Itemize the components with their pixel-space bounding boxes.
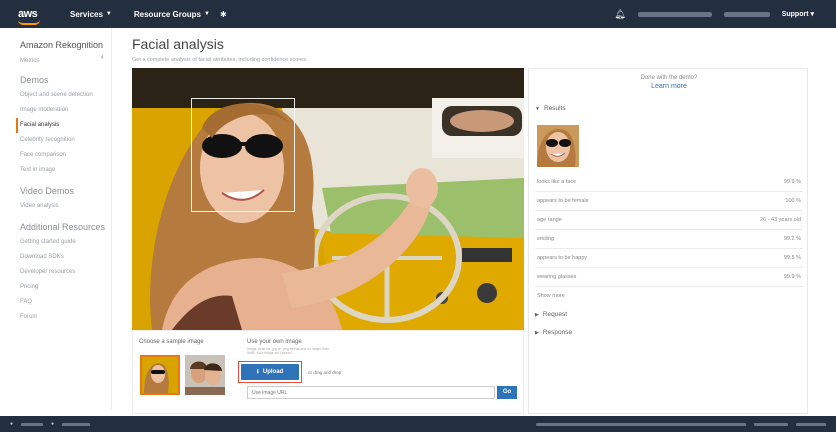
aws-logo-text: aws	[18, 8, 38, 20]
result-label: looks like a face	[537, 179, 577, 185]
result-value: 99.5 %	[783, 255, 801, 261]
upload-icon: ⭳	[256, 369, 259, 375]
language-icon[interactable]: ●	[51, 421, 54, 427]
sidebar-item-faq[interactable]: FAQ	[20, 295, 111, 310]
result-value: 99.9 %	[783, 274, 801, 280]
done-with-demo-text: Done with the demo?	[640, 75, 698, 81]
show-more-link[interactable]: Show more	[537, 293, 565, 299]
bell-icon[interactable]: 🔔︎	[614, 9, 625, 20]
request-section-toggle[interactable]: ▶ Request	[535, 311, 567, 318]
image-panel: Choose a sample image Use your own image…	[132, 68, 524, 414]
page-subtitle: Get a complete analysis of facial attrib…	[132, 57, 306, 63]
result-value: 26 - 43 years old	[760, 217, 801, 223]
sidebar-item-image-moderation[interactable]: Image moderation	[20, 103, 111, 118]
result-value: 100 %	[785, 198, 801, 204]
table-row: age range 26 - 43 years old	[535, 211, 803, 230]
chevron-down-icon: ▼	[204, 11, 210, 17]
result-label: appears to be happy	[537, 255, 588, 261]
sidebar-item-developer-resources[interactable]: Developer resources	[20, 265, 111, 280]
detected-face-thumbnail	[537, 125, 579, 167]
sidebar-section-additional-resources: Additional Resources	[20, 222, 106, 232]
aws-logo[interactable]: aws	[18, 8, 48, 25]
sample-image-thumbnail-1[interactable]	[140, 355, 180, 395]
sidebar-item-facial-analysis[interactable]: Facial analysis	[16, 118, 111, 133]
sample-image-thumbnail-2[interactable]	[185, 355, 225, 395]
sidebar-title: Amazon Rekognition	[20, 40, 104, 50]
resource-groups-menu[interactable]: Resource Groups ▼	[134, 10, 210, 19]
sample-image-label: Choose a sample image	[139, 339, 204, 345]
region-menu[interactable]	[723, 11, 770, 17]
response-heading: Response	[542, 329, 573, 336]
table-row: wearing glasses 99.9 %	[535, 268, 803, 287]
sidebar-item-object-scene[interactable]: Object and scene detection	[20, 88, 111, 103]
resource-groups-label: Resource Groups	[133, 9, 202, 19]
image-source-area: Choose a sample image Use your own image…	[132, 330, 524, 414]
sidebar-item-face-comparison[interactable]: Face comparison	[20, 148, 111, 163]
privacy-policy-link[interactable]	[754, 422, 788, 426]
caret-down-icon: ▼	[535, 105, 540, 112]
result-label: age range	[537, 217, 562, 223]
sidebar-item-metrics[interactable]: Metrics	[20, 54, 111, 69]
sidebar-section-demos: Demos	[20, 75, 49, 85]
table-row: smiling 99.2 %	[535, 230, 803, 249]
upload-highlight: ⭳ Upload	[238, 361, 302, 383]
results-table: looks like a face 99.9 % appears to be f…	[535, 173, 803, 287]
copyright-text	[536, 422, 746, 426]
analyzed-photo	[132, 68, 524, 330]
result-value: 99.9 %	[783, 179, 801, 185]
table-row: appears to be happy 99.5 %	[535, 249, 803, 268]
results-section-toggle[interactable]: ▼ Results	[535, 105, 566, 112]
sidebar-item-pricing[interactable]: Pricing	[20, 280, 111, 295]
table-row: appears to be female 100 %	[535, 192, 803, 211]
drag-drop-text: or drag and drop	[308, 370, 342, 375]
chevron-down-icon: ▼	[105, 11, 112, 17]
learn-more-link[interactable]: Learn more	[529, 83, 809, 90]
footer-bar: ● ●	[0, 416, 836, 432]
own-image-help: Image must be .jpg or .png format and no…	[247, 347, 329, 355]
support-label: Support	[781, 11, 809, 18]
account-menu[interactable]	[637, 11, 712, 17]
collapse-sidebar-icon[interactable]: ‹	[101, 52, 104, 61]
sidebar-item-text-in-image[interactable]: Text in image	[20, 163, 111, 178]
language-selector[interactable]	[62, 422, 91, 426]
sidebar-section-video-demos: Video Demos	[20, 186, 74, 196]
upload-button[interactable]: ⭳ Upload	[241, 364, 299, 380]
sidebar-item-forum[interactable]: Forum	[20, 310, 111, 325]
table-row: looks like a face 99.9 %	[535, 173, 803, 192]
page-title: Facial analysis	[132, 36, 224, 52]
top-navigation-bar: aws Services ▼ Resource Groups ▼ ✱ 🔔︎ Su…	[0, 0, 836, 28]
services-menu[interactable]: Services ▼	[70, 10, 112, 19]
aws-smile-icon	[18, 20, 40, 25]
upload-label: Upload	[262, 369, 284, 375]
face-bounding-box	[191, 98, 295, 212]
support-menu[interactable]: Support ▾	[782, 10, 814, 18]
result-label: appears to be female	[537, 198, 589, 204]
feedback-link[interactable]	[21, 422, 44, 426]
request-heading: Request	[542, 311, 568, 318]
feedback-icon[interactable]: ●	[10, 421, 13, 427]
pin-icon[interactable]: ✱	[220, 10, 227, 19]
result-label: smiling	[537, 236, 555, 242]
image-url-input[interactable]	[247, 386, 495, 399]
sidebar-item-celebrity[interactable]: Celebrity recognition	[20, 133, 111, 148]
terms-of-use-link[interactable]	[796, 422, 826, 426]
sidebar-item-getting-started[interactable]: Getting started guide	[20, 235, 111, 250]
caret-right-icon: ▶	[535, 329, 539, 336]
results-heading: Results	[543, 105, 566, 112]
result-value: 99.2 %	[783, 236, 801, 242]
go-button[interactable]: Go	[497, 386, 517, 399]
sidebar: Amazon Rekognition ‹ Metrics Demos Objec…	[0, 28, 112, 410]
services-label: Services	[70, 9, 103, 19]
response-section-toggle[interactable]: ▶ Response	[535, 329, 572, 336]
sidebar-item-download-sdks[interactable]: Download SDKs	[20, 250, 111, 265]
sidebar-item-video-analysis[interactable]: Video analysis	[20, 199, 111, 214]
caret-right-icon: ▶	[535, 311, 539, 318]
results-panel: Done with the demo? Learn more ▼ Results…	[528, 68, 808, 414]
own-image-label: Use your own image	[247, 339, 302, 345]
result-label: wearing glasses	[537, 274, 577, 280]
main-header: Facial analysis Get a complete analysis …	[132, 36, 812, 63]
